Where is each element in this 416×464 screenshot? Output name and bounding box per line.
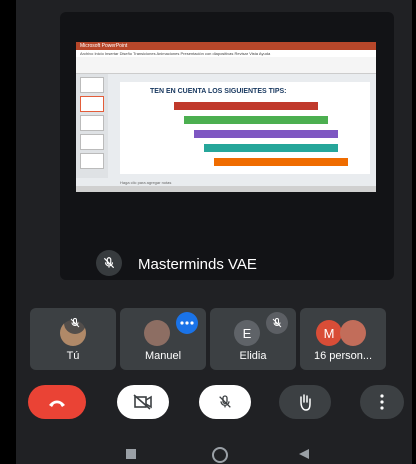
participant-tile-others[interactable]: M 16 person... [300, 308, 386, 370]
slide-thumbnail [80, 77, 104, 93]
meet-screen: Microsoft PowerPoint Archivo Inicio Inse… [16, 0, 412, 464]
slide-thumbnail [80, 153, 104, 169]
slide-thumbnail [80, 134, 104, 150]
slide-thumbnail [80, 96, 104, 112]
avatar [144, 320, 170, 346]
speaking-indicator [176, 312, 198, 334]
notes-placeholder: Haga clic para agregar notas [120, 180, 172, 185]
current-slide: TEN EN CUENTA LOS SIGUIENTES TIPS: [120, 82, 370, 174]
shared-screen: Microsoft PowerPoint Archivo Inicio Inse… [76, 42, 376, 192]
slide-thumbnails [76, 74, 108, 178]
mic-off-badge [64, 312, 86, 334]
mic-off-indicator [96, 250, 122, 276]
system-nav-bar [16, 444, 412, 464]
raise-hand-button[interactable] [279, 385, 331, 419]
slide-title: TEN EN CUENTA LOS SIGUIENTES TIPS: [150, 88, 287, 95]
slide-tip-bar [184, 116, 328, 124]
more-options-button[interactable] [360, 385, 404, 419]
mic-off-icon [272, 317, 282, 328]
mic-off-icon [219, 395, 231, 408]
participant-name: Tú [66, 350, 80, 362]
ribbon-tabs: Archivo Inicio Insertar Diseño Transicio… [76, 50, 376, 57]
participant-tile-self[interactable]: Tú [30, 308, 116, 370]
raise-hand-icon [300, 394, 311, 411]
avatar-initial: E [242, 325, 252, 341]
slide-tip-bar [204, 144, 338, 152]
recents-icon[interactable] [126, 449, 136, 459]
slide-thumbnail [80, 115, 104, 131]
slide-tip-bar [174, 102, 318, 110]
participant-tile-elidia[interactable]: E Elidia [210, 308, 296, 370]
participant-name: Elidia [239, 350, 267, 362]
window-title: Microsoft PowerPoint [76, 42, 376, 50]
avatar [340, 320, 366, 346]
back-icon[interactable] [298, 448, 310, 460]
mic-toggle-button[interactable] [199, 385, 251, 419]
presenter-name: Masterminds VAE [138, 256, 257, 273]
slide-tip-bar [194, 130, 338, 138]
home-icon[interactable] [212, 447, 228, 463]
avatar: M [316, 320, 342, 346]
ribbon-toolbar [76, 57, 376, 74]
end-call-button[interactable] [28, 385, 86, 419]
audio-dots-icon [180, 321, 194, 325]
avatar-initial: M [323, 325, 335, 341]
more-options-icon [380, 394, 384, 410]
camera-off-icon [133, 394, 152, 410]
end-call-icon [49, 400, 65, 407]
avatar: E [234, 320, 260, 346]
presenter-tile[interactable]: Microsoft PowerPoint Archivo Inicio Inse… [60, 12, 394, 280]
status-bar [76, 186, 376, 192]
mic-off-icon [103, 257, 115, 269]
camera-toggle-button[interactable] [117, 385, 169, 419]
participant-tile-manuel[interactable]: Manuel [120, 308, 206, 370]
mic-off-badge [266, 312, 288, 334]
mic-off-icon [70, 317, 80, 328]
slide-tip-bar [214, 158, 348, 166]
participant-name: Manuel [144, 350, 182, 362]
participant-name: 16 person... [313, 350, 373, 362]
